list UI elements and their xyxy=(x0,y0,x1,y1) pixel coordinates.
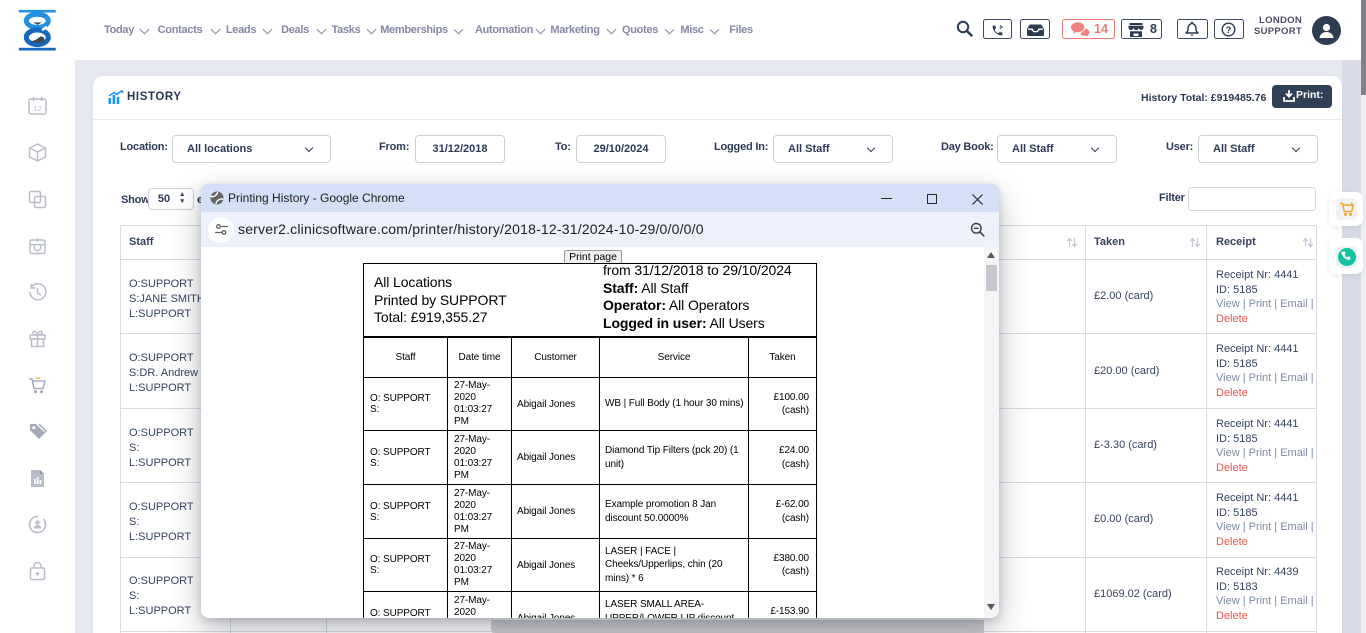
svg-text:12: 12 xyxy=(33,104,41,113)
